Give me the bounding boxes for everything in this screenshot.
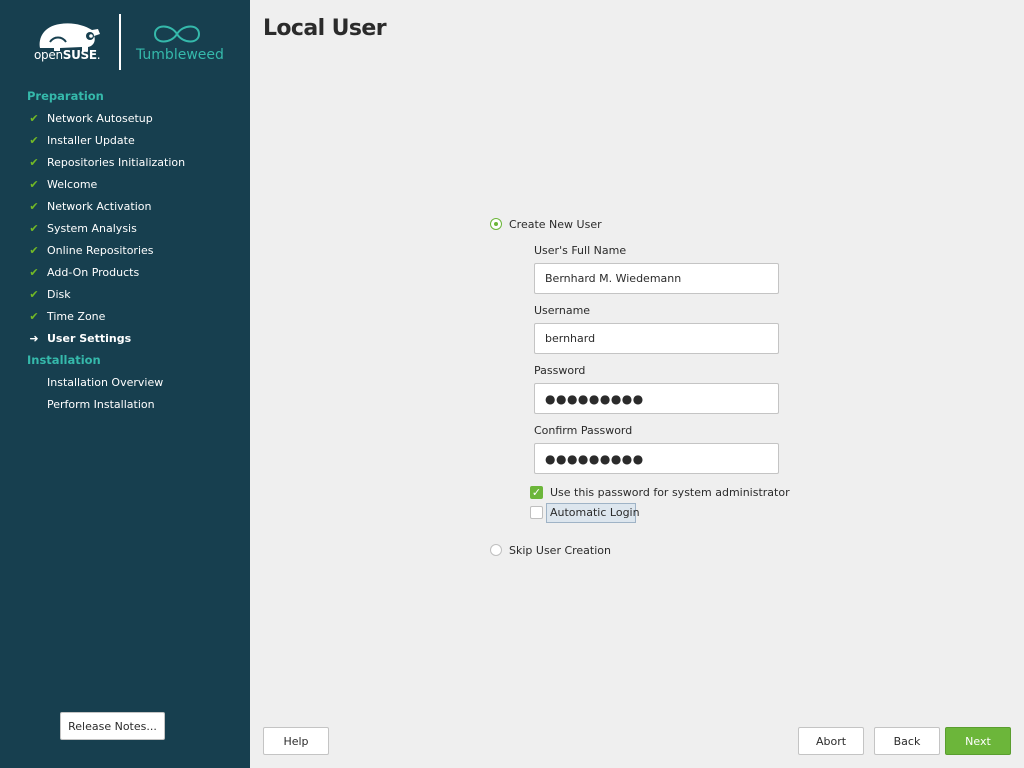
step-done-icon: ✔ (29, 244, 39, 257)
help-button[interactable]: Help (263, 727, 329, 755)
step-time-zone: Time Zone (47, 310, 106, 323)
password-label: Password (534, 364, 586, 377)
step-done-icon: ✔ (29, 156, 39, 169)
step-perform-installation: Perform Installation (47, 398, 155, 411)
step-done-icon: ✔ (29, 178, 39, 191)
step-network-autosetup: Network Autosetup (47, 112, 153, 125)
product-name: Tumbleweed (136, 47, 224, 63)
step-done-icon: ✔ (29, 288, 39, 301)
release-notes-button[interactable]: Release Notes... (60, 712, 165, 740)
current-step-arrow-icon: ➜ (29, 332, 39, 345)
username-label: Username (534, 304, 591, 317)
step-installer-update: Installer Update (47, 134, 135, 147)
opensuse-wordmark: openSUSE. (34, 48, 101, 62)
step-done-icon: ✔ (29, 112, 39, 125)
use-password-for-admin-checkbox[interactable]: ✓ (530, 486, 543, 499)
step-done-icon: ✔ (29, 134, 39, 147)
step-welcome: Welcome (47, 178, 98, 191)
next-button[interactable]: Next (945, 727, 1011, 755)
create-new-user-radio[interactable] (490, 218, 502, 230)
step-system-analysis: System Analysis (47, 222, 137, 235)
logo-area: openSUSE. Tumbleweed (0, 0, 250, 80)
password-input[interactable]: ●●●●●●●●● (534, 383, 779, 414)
tumbleweed-infinity-icon (153, 25, 201, 43)
confirm-password-input[interactable]: ●●●●●●●●● (534, 443, 779, 474)
confirm-password-label: Confirm Password (534, 424, 633, 437)
back-button[interactable]: Back (874, 727, 940, 755)
step-installation-overview: Installation Overview (47, 376, 164, 389)
automatic-login-label[interactable]: Automatic Login (550, 506, 640, 519)
skip-user-creation-radio[interactable] (490, 544, 502, 556)
automatic-login-checkbox[interactable] (530, 506, 543, 519)
section-heading-installation: Installation (27, 353, 101, 367)
create-new-user-label[interactable]: Create New User (509, 218, 602, 231)
step-online-repositories: Online Repositories (47, 244, 154, 257)
sidebar: openSUSE. Tumbleweed Preparation ✔ Netwo… (0, 0, 250, 768)
abort-button[interactable]: Abort (798, 727, 864, 755)
step-done-icon: ✔ (29, 200, 39, 213)
step-done-icon: ✔ (29, 222, 39, 235)
brand-separator (119, 14, 121, 70)
use-password-for-admin-label[interactable]: Use this password for system administrat… (550, 486, 790, 499)
full-name-input[interactable]: Bernhard M. Wiedemann (534, 263, 779, 294)
step-disk: Disk (47, 288, 71, 301)
step-repositories-initialization: Repositories Initialization (47, 156, 186, 169)
step-user-settings: User Settings (47, 332, 132, 345)
username-input[interactable]: bernhard (534, 323, 779, 354)
step-done-icon: ✔ (29, 310, 39, 323)
step-add-on-products: Add-On Products (47, 266, 140, 279)
step-done-icon: ✔ (29, 266, 39, 279)
full-name-label: User's Full Name (534, 244, 627, 257)
page-title: Local User (263, 16, 387, 41)
skip-user-creation-label[interactable]: Skip User Creation (509, 544, 611, 557)
step-network-activation: Network Activation (47, 200, 152, 213)
section-heading-preparation: Preparation (27, 89, 104, 103)
